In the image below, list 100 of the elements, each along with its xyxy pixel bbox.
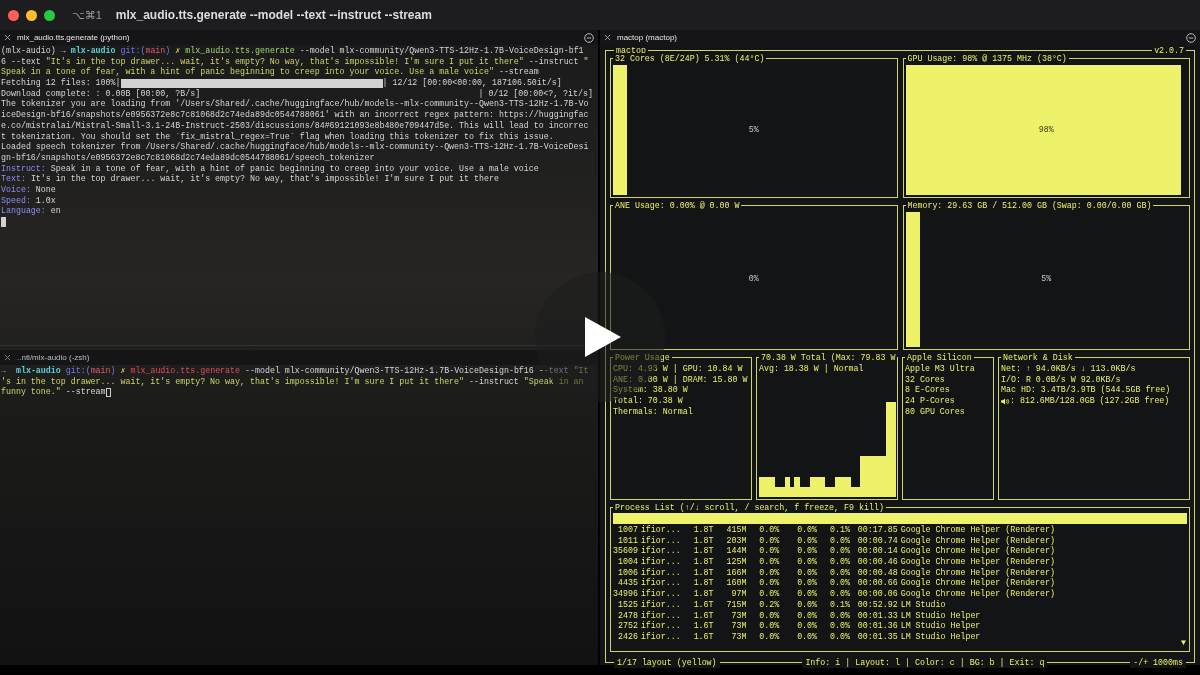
gauge-reading: 98% [1038,124,1054,136]
terminal-line: Speak in a tone of fear, with a hint of panic beginning to creep into your voice. Use a male voice" --stream [1,67,539,78]
terminal-line: Language: en [1,206,61,217]
table-cell: ifior... [640,525,681,536]
text-cursor [1,217,6,228]
table-cell-text: 1.8T [692,578,714,590]
table-cell: LM Studio [900,599,946,611]
table-cell-text: 0.0% [829,631,850,643]
table-cell-text: 00:52.92 [856,599,898,611]
scroll-marker[interactable]: ▼ [1181,638,1186,648]
table-cell: ifior... [640,631,681,643]
window-shortcut: ⌥⌘1 [72,8,102,22]
zoom-button[interactable] [44,9,55,21]
footer-text: Info: i | Layout: l | Color: c | BG: b | Exit: q [802,657,1048,668]
close-icon[interactable] [604,34,611,41]
table-cell-text: 715M [725,599,747,611]
version-label: v2.0.7 [1152,45,1186,56]
stat-line: 8 E-Cores [905,385,951,397]
table-cell-text: 0.0% [758,589,780,600]
table-cell-text: 0.0% [758,631,780,643]
table-cell-text: 0.0% [758,535,780,547]
close-icon[interactable] [4,354,11,361]
stat-line: Apple M3 Ultra [905,364,976,375]
table-cell-text: 0.0% [796,621,818,632]
panel-title: 32 Cores (8E/24P) 5.31% (44°C) [613,53,767,64]
table-cell-text: 144M [725,546,747,558]
table-cell-text: 0.0% [829,589,850,600]
terminal-line: Instruct: Speak in a tone of fear, with a hint of panic beginning to creep into your voice. Use a male voice [1,163,539,174]
table-cell-text: 73M [730,621,747,632]
stat-line: Net: ↑ 94.0KB/s ↓ 113.0KB/s [1001,364,1137,375]
minus-circle-icon[interactable] [1186,32,1196,43]
table-cell-text: 1.6T [692,621,714,632]
table-cell-text: 00:00.74 [856,535,898,547]
table-cell: Google Chrome Helper (Renderer) [900,525,1056,536]
close-button[interactable] [8,9,19,21]
table-cell-text: Google Chrome Helper (Renderer) [900,546,1056,557]
table-cell-text: 2752 [616,621,638,632]
table-cell-text: 0.0% [796,578,818,590]
table-cell-text: 1.6T [692,610,714,622]
table-cell-text: 0.0% [796,610,818,622]
close-icon[interactable] [4,34,11,41]
tab-title[interactable]: ..ntl/mlx-audio (-zsh) [17,353,90,362]
progress-stats: | 12/12 [00:00<00:00, 187106.50it/s] [382,78,562,89]
table-cell-text: Google Chrome Helper (Renderer) [900,535,1056,546]
stat-line: ANE: 0.00 W | DRAM: 15.80 W [613,374,749,386]
panel-title: Process List (↑/↓ scroll, / search, f freeze, F9 kill) [613,502,886,513]
table-cell: LM Studio Helper [900,621,981,632]
table-cell-text: 0.0% [796,567,818,579]
table-cell-text: 0.0% [796,535,818,547]
table-cell-text: 00:01.33 [856,610,898,622]
table-cell-text: 0.0% [829,567,850,579]
table-cell-text: 415M [725,525,747,536]
stat-line: 32 Cores [905,374,946,386]
gauge-reading: 5% [748,124,759,136]
table-cell-text: 1.8T [692,567,714,579]
minus-circle-icon[interactable] [584,32,594,43]
table-cell-text: 0.0% [829,546,850,558]
stat-line: Total: 70.38 W [613,396,684,407]
progress-label: Download complete: : 0.00B [00:00, ?B/s] [1,88,201,99]
stat-line: 24 P-Cores [905,396,956,407]
gauge-reading: 5% [1041,274,1052,285]
panel-title: GPU Usage: 98% @ 1375 MHz (38°C) [905,53,1069,64]
table-cell-text: 1.8T [692,525,714,536]
table-cell: Google Chrome Helper (Renderer) [900,557,1056,568]
terminal-line: 's in the top drawer... wait, it's empty? No way, that's impossible! I'm sure I put it there" --instruct "Speak in an [1,376,584,387]
panel-title: Network & Disk [1001,352,1075,363]
panel-title: Power Usage [613,352,672,363]
table-cell-text: 0.0% [796,599,818,611]
table-cell-text: 73M [730,610,747,622]
panel-title: ANE Usage: 0.00% @ 0.00 W [613,200,742,211]
terminal-line: Speed: 1.0x [1,195,56,207]
table-cell-text: 1.8T [692,535,714,547]
table-cell-text: Google Chrome Helper (Renderer) [900,578,1056,589]
table-cell-text: 1007 [616,525,638,536]
tab-title[interactable]: mlx_audio.tts.generate (python) [17,33,130,42]
table-cell-text: 0.0% [758,578,780,590]
table-cell-text: 0.0% [796,557,818,568]
table-cell-text: 1.8T [692,557,714,568]
table-cell-text: 00:00.14 [856,546,898,558]
table-cell-text: 0.1% [829,599,850,611]
table-cell: LM Studio Helper [900,631,981,643]
table-cell-text: 0.0% [829,535,850,547]
minimize-button[interactable] [26,9,37,21]
panel-title: Memory: 29.63 GB / 512.00 GB (Swap: 0.00/0.00 GB) [905,200,1154,211]
table-cell: ifior... [640,599,681,611]
terminal-line: t tokenization. You should set the `fix_mistral_regex=True` flag when loading this tokenizer to fix this issue. [1,131,554,142]
table-cell-text: 1.6T [692,599,714,611]
table-cell-text: 1.8T [692,546,714,558]
table-cell-text: 160M [725,578,747,590]
stat-line: Avg: 18.38 W | Normal [759,364,865,375]
table-cell-text: ifior... [640,610,681,621]
table-cell-text: 0.0% [829,621,850,632]
stat-line: Thermals: Normal [613,406,694,418]
table-cell: 34996 [613,589,638,600]
progress-label: Fetching 12 files: 100%| [1,78,121,89]
stat-line: System: 38.80 W [613,385,689,396]
terminal-line: Text: It's in the top drawer... wait, it's empty? No way, that's impossible! I'm sure I put it there [1,174,499,185]
tab-title[interactable]: mactop (mactop) [617,33,678,42]
table-cell-text: 97M [730,589,747,600]
table-cell-text: 0.0% [796,589,818,600]
